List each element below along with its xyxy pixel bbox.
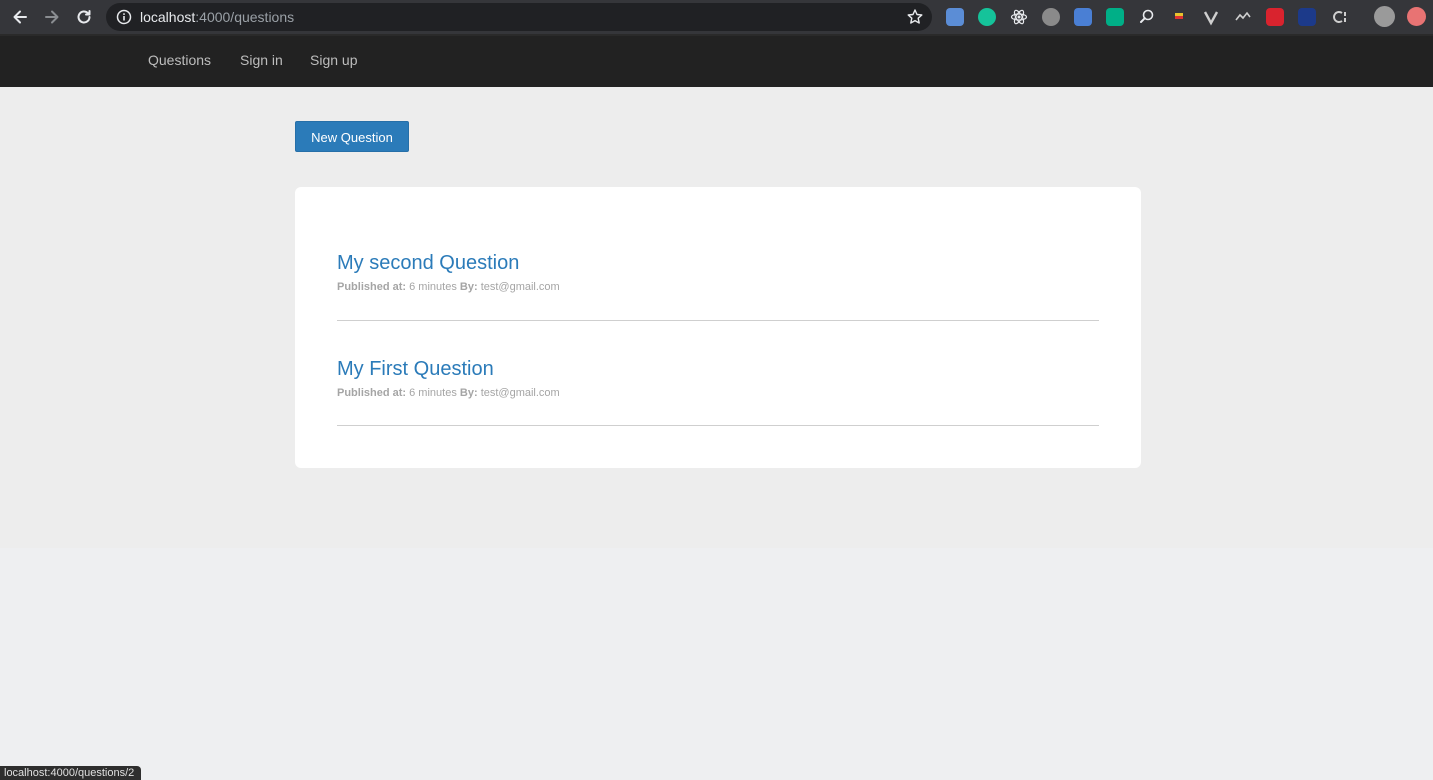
published-value: 6 minutes <box>409 281 457 293</box>
grammarly-icon[interactable] <box>978 8 996 26</box>
new-question-button[interactable]: New Question <box>295 121 409 152</box>
question-title-link[interactable]: My First Question <box>337 357 1099 381</box>
forward-arrow-icon[interactable] <box>40 5 64 29</box>
question-list-item: My First Question Published at: 6 minute… <box>337 357 1099 426</box>
published-label: Published at: <box>337 387 407 399</box>
url-host: localhost <box>140 9 196 25</box>
back-arrow-icon[interactable] <box>8 5 32 29</box>
react-devtools-icon[interactable] <box>1010 8 1028 26</box>
author-email: test@gmail.com <box>480 281 560 293</box>
by-label: By: <box>459 387 478 399</box>
question-meta: Published at: 6 minutes By: test@gmail.c… <box>337 280 1099 294</box>
update-icon[interactable] <box>1407 7 1426 26</box>
author-email: test@gmail.com <box>480 387 560 399</box>
question-list-item: My second Question Published at: 6 minut… <box>337 251 1099 321</box>
reload-icon[interactable] <box>72 5 96 29</box>
published-value: 6 minutes <box>409 387 457 399</box>
question-title-link[interactable]: My second Question <box>337 251 1099 275</box>
blue-square-extension-icon[interactable] <box>1298 8 1316 26</box>
flag-extension-icon[interactable] <box>1170 8 1188 26</box>
wave-extension-icon[interactable] <box>1234 8 1252 26</box>
published-label: Published at: <box>337 281 407 293</box>
magnifier-extension-icon[interactable] <box>1138 8 1156 26</box>
info-icon[interactable] <box>116 9 132 25</box>
bookmark-star-icon[interactable] <box>906 8 924 26</box>
app-navbar: Questions Sign in Sign up <box>0 34 1433 87</box>
tripadvisor-icon[interactable] <box>1106 8 1124 26</box>
translate-icon[interactable] <box>1074 8 1092 26</box>
nav-sign-in[interactable]: Sign in <box>240 52 283 68</box>
profile-avatar-icon[interactable] <box>1374 6 1395 27</box>
url-text: localhost:4000/questions <box>140 8 294 26</box>
question-meta: Published at: 6 minutes By: test@gmail.c… <box>337 386 1099 400</box>
extension-icon[interactable] <box>946 8 964 26</box>
by-label: By: <box>459 281 478 293</box>
nav-questions[interactable]: Questions <box>148 52 211 68</box>
red-extension-icon[interactable] <box>1266 8 1284 26</box>
link-status-bubble: localhost:4000/questions/2 <box>0 766 142 780</box>
nav-sign-up[interactable]: Sign up <box>310 52 357 68</box>
address-bar[interactable]: localhost:4000/questions <box>106 3 932 31</box>
questions-card: My second Question Published at: 6 minut… <box>295 187 1141 468</box>
v-extension-icon[interactable] <box>1202 8 1220 26</box>
circle-extension-icon[interactable] <box>1042 8 1060 26</box>
browser-toolbar: localhost:4000/questions <box>0 0 1433 34</box>
url-path: :4000/questions <box>195 9 295 25</box>
c-extension-icon[interactable] <box>1330 8 1348 26</box>
page-background <box>0 548 1433 780</box>
